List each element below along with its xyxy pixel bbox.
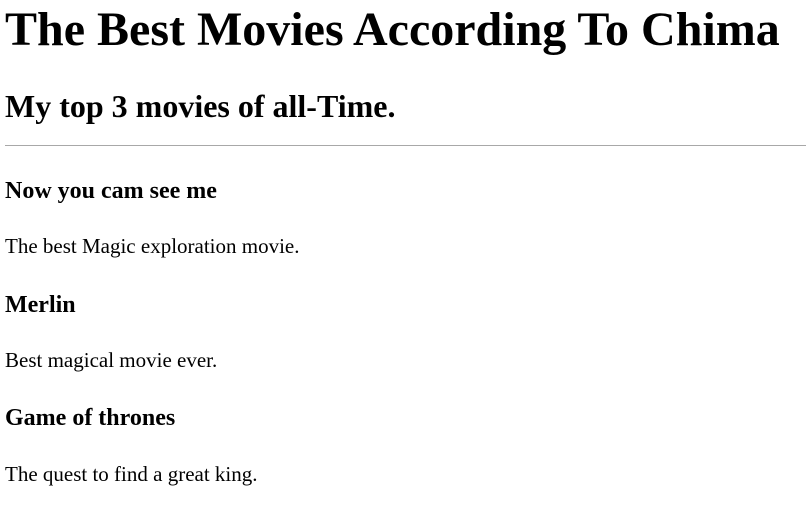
- movie-title: Game of thrones: [5, 405, 176, 431]
- movie-title: Merlin: [5, 292, 76, 318]
- movie-item-2: Merlin Best magical movie ever.: [5, 259, 806, 373]
- movie-list: Now you cam see me The best Magic explor…: [5, 146, 806, 487]
- page-title: The Best Movies According To Chima: [5, 3, 780, 56]
- movie-title: Now you cam see me: [5, 178, 217, 204]
- movie-description: Best magical movie ever.: [5, 348, 218, 372]
- movie-item-1: Now you cam see me The best Magic explor…: [5, 146, 806, 259]
- page-subtitle: My top 3 movies of all-Time.: [5, 88, 396, 124]
- movie-description: The quest to find a great king.: [5, 462, 258, 486]
- page: The Best Movies According To Chima My to…: [0, 0, 806, 525]
- movie-item-3: Game of thrones The quest to find a grea…: [5, 373, 806, 487]
- movie-description: The best Magic exploration movie.: [5, 234, 300, 258]
